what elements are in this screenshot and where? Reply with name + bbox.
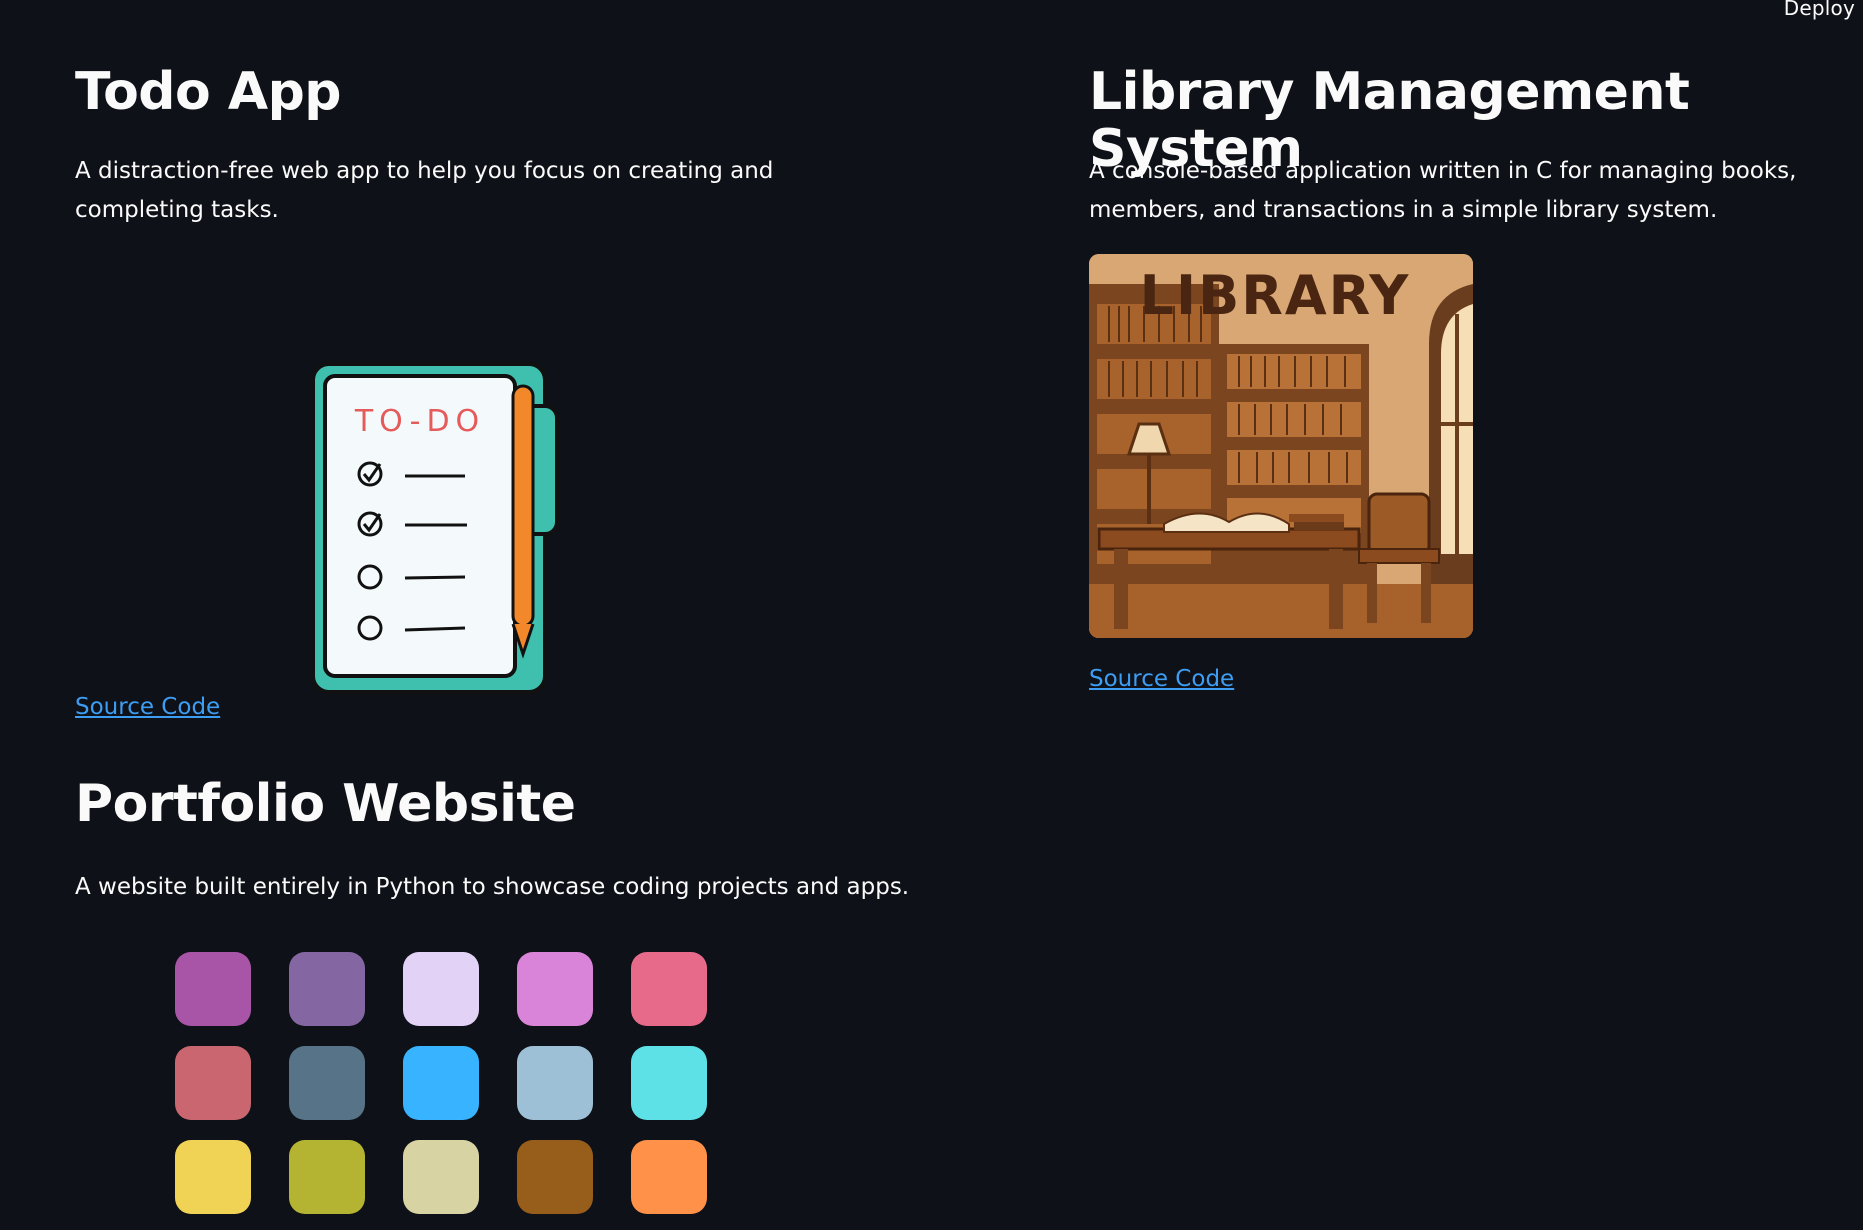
color-swatch xyxy=(517,952,593,1026)
color-swatch xyxy=(289,952,365,1026)
portfolio-page: Deploy Todo App A distraction-free web a… xyxy=(0,0,1863,1230)
color-swatch xyxy=(517,1046,593,1120)
color-swatch xyxy=(631,1140,707,1214)
color-swatch xyxy=(517,1140,593,1214)
color-swatch xyxy=(175,1046,251,1120)
color-swatch xyxy=(631,952,707,1026)
color-swatch xyxy=(289,1046,365,1120)
source-code-link[interactable]: Source Code xyxy=(75,694,220,720)
project-title: Portfolio Website xyxy=(75,774,576,834)
color-swatch xyxy=(175,952,251,1026)
library-heading: LIBRARY xyxy=(1140,264,1411,327)
deploy-button[interactable]: Deploy xyxy=(1784,0,1855,20)
color-swatch xyxy=(403,1140,479,1214)
project-description: A distraction-free web app to help you f… xyxy=(75,158,774,223)
project-description: A website built entirely in Python to sh… xyxy=(75,874,910,900)
color-swatch xyxy=(289,1140,365,1214)
todo-heading: TO-DO xyxy=(354,404,485,439)
library-scene-icon: LIBRARY xyxy=(1089,254,1473,638)
color-swatch xyxy=(175,1140,251,1214)
project-description: A console-based application written in C… xyxy=(1089,158,1797,223)
project-card-portfolio: Portfolio Website A website built entire… xyxy=(75,774,909,1214)
color-swatch xyxy=(403,952,479,1026)
source-code-link[interactable]: Source Code xyxy=(1089,666,1234,692)
library-illustration: LIBRARY xyxy=(1089,254,1473,638)
project-title: Todo App xyxy=(75,62,342,122)
color-swatch xyxy=(403,1046,479,1120)
project-card-library: Library Management System A console-base… xyxy=(1089,63,1849,692)
todo-clipboard-icon: TO-DO xyxy=(311,362,559,694)
project-card-todo: Todo App A distraction-free web app to h… xyxy=(75,62,835,720)
todo-illustration: TO-DO xyxy=(305,294,655,694)
color-swatch xyxy=(631,1046,707,1120)
